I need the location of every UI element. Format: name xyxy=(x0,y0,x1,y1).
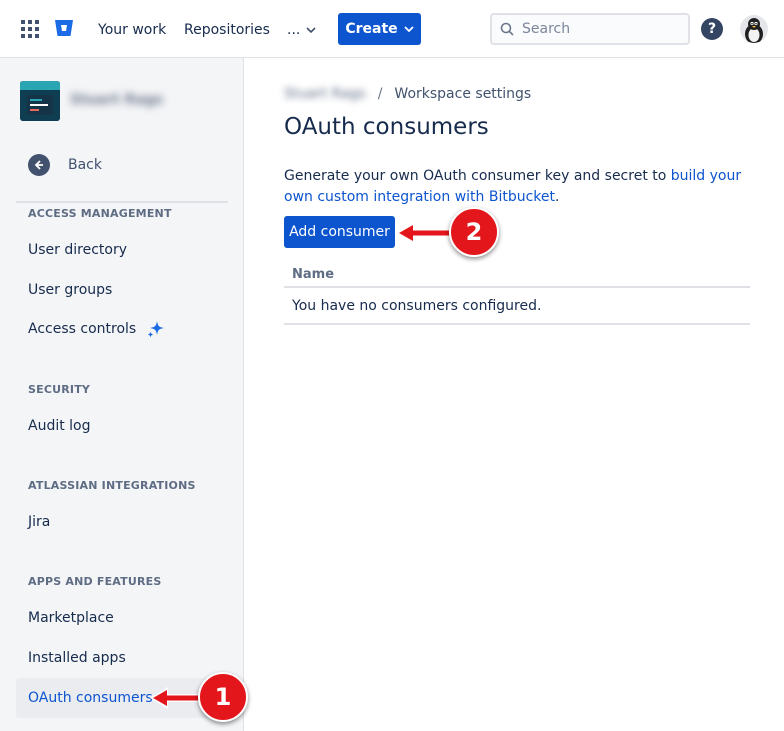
sparkle-icon xyxy=(147,321,165,338)
nav-your-work[interactable]: Your work xyxy=(98,19,166,41)
workspace-name: Stuart Rags xyxy=(70,92,164,108)
create-button[interactable]: Create xyxy=(338,13,421,45)
penguin-avatar-icon xyxy=(745,18,763,43)
sidebar-item-user-directory[interactable]: User directory xyxy=(28,240,127,260)
table-empty-row: You have no consumers configured. xyxy=(284,288,750,325)
annotation-arrow-2 xyxy=(396,222,452,244)
create-button-label: Create xyxy=(345,21,398,37)
section-security: SECURITY xyxy=(28,383,91,396)
breadcrumb: Stuart Rags / Workspace settings xyxy=(284,84,531,104)
annotation-step-2: 2 xyxy=(449,207,499,257)
avatar[interactable] xyxy=(740,15,768,43)
chevron-down-icon xyxy=(306,27,316,33)
sidebar-item-user-groups[interactable]: User groups xyxy=(28,280,112,300)
sidebar-item-access-controls[interactable]: Access controls xyxy=(28,319,166,339)
nav-more-menu[interactable]: ... xyxy=(287,19,316,41)
annotation-step-1: 1 xyxy=(198,672,248,722)
breadcrumb-workspace-settings[interactable]: Workspace settings xyxy=(394,86,531,102)
sidebar-item-jira[interactable]: Jira xyxy=(28,512,50,532)
sidebar-item-label: Access controls xyxy=(28,321,137,337)
section-atlassian-integrations: ATLASSIAN INTEGRATIONS xyxy=(28,479,196,492)
app-switcher-icon[interactable] xyxy=(21,20,39,38)
page-description: Generate your own OAuth consumer key and… xyxy=(284,166,744,208)
chevron-down-icon xyxy=(404,26,414,32)
nav-more-label: ... xyxy=(287,22,301,38)
workspace-avatar-icon xyxy=(20,81,60,121)
search-input[interactable] xyxy=(522,21,672,37)
bitbucket-logo[interactable] xyxy=(54,18,74,38)
search-box[interactable] xyxy=(490,13,690,45)
description-text: Generate your own OAuth consumer key and… xyxy=(284,168,671,184)
section-apps-and-features: APPS AND FEATURES xyxy=(28,575,162,588)
arrow-left-icon xyxy=(28,154,50,176)
description-suffix: . xyxy=(555,189,560,205)
top-navigation-bar: Your work Repositories ... Create ? xyxy=(0,0,784,58)
help-icon[interactable]: ? xyxy=(701,18,723,40)
sidebar-item-marketplace[interactable]: Marketplace xyxy=(28,608,114,628)
nav-repositories[interactable]: Repositories xyxy=(184,19,270,41)
back-button[interactable]: Back xyxy=(28,154,102,176)
breadcrumb-separator: / xyxy=(377,86,383,102)
sidebar-item-audit-log[interactable]: Audit log xyxy=(28,416,91,436)
workspace-logo[interactable] xyxy=(20,81,60,121)
table-header-name: Name xyxy=(284,262,750,288)
sidebar-divider xyxy=(16,201,228,203)
page-title: OAuth consumers xyxy=(284,114,489,140)
add-consumer-button[interactable]: Add consumer xyxy=(284,216,395,248)
settings-sidebar: Stuart Rags Back ACCESS MANAGEMENT User … xyxy=(0,58,244,731)
breadcrumb-workspace[interactable]: Stuart Rags xyxy=(284,86,366,102)
search-icon xyxy=(500,22,514,36)
sidebar-item-installed-apps[interactable]: Installed apps xyxy=(28,648,126,668)
section-access-management: ACCESS MANAGEMENT xyxy=(28,207,172,220)
consumers-table: Name You have no consumers configured. xyxy=(284,262,750,325)
back-label: Back xyxy=(68,157,102,173)
